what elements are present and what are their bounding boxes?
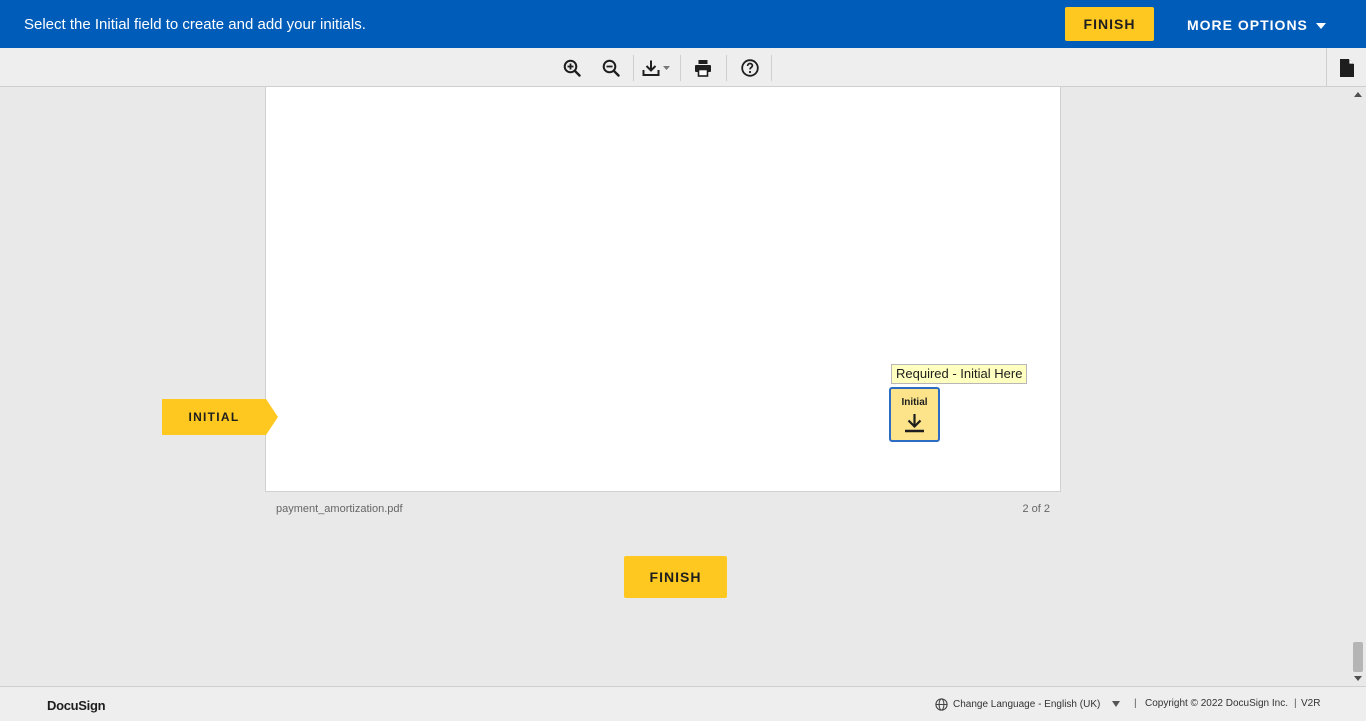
more-options-menu[interactable]: MORE OPTIONS <box>1187 16 1326 34</box>
header-bar: Select the Initial field to create and a… <box>0 0 1366 48</box>
initial-navigation-tag[interactable]: INITIAL <box>162 399 278 435</box>
vertical-scrollbar[interactable] <box>1350 87 1366 686</box>
change-language-dropdown[interactable]: Change Language - English (UK) <box>935 696 1121 712</box>
zoom-out-icon <box>602 59 620 77</box>
zoom-in-button[interactable] <box>555 51 589 84</box>
footer-separator: | <box>1134 698 1137 709</box>
print-icon <box>695 59 711 77</box>
version-text: V2R <box>1301 698 1321 709</box>
instruction-message: Select the Initial field to create and a… <box>24 16 366 33</box>
globe-icon <box>935 697 948 711</box>
document-toolbar <box>0 48 1366 87</box>
finish-button-bottom[interactable]: FINISH <box>624 556 727 598</box>
initial-tag-label: INITIAL <box>188 410 240 424</box>
download-arrow-icon <box>905 414 924 433</box>
zoom-in-icon <box>563 59 581 77</box>
help-icon <box>741 58 759 77</box>
more-options-label: MORE OPTIONS <box>1187 17 1308 33</box>
change-language-label: Change Language - English (UK) <box>953 698 1101 710</box>
document-icon <box>1339 58 1354 77</box>
download-icon <box>642 60 670 76</box>
caret-down-icon <box>1112 701 1121 707</box>
scroll-up-arrow-icon[interactable] <box>1354 92 1362 97</box>
toolbar-divider <box>680 55 681 81</box>
initial-field[interactable]: Initial <box>889 387 940 442</box>
required-field-tooltip: Required - Initial Here <box>891 364 1028 384</box>
document-file-name: payment_amortization.pdf <box>276 503 403 515</box>
finish-button-top[interactable]: FINISH <box>1065 7 1154 41</box>
caret-down-icon <box>1315 22 1326 29</box>
toolbar-divider <box>633 55 634 81</box>
print-button[interactable] <box>686 51 720 84</box>
download-button[interactable] <box>638 51 676 84</box>
zoom-out-button[interactable] <box>594 51 628 84</box>
document-panel-button[interactable] <box>1326 48 1366 87</box>
toolbar-divider <box>771 55 772 81</box>
document-page <box>265 87 1061 492</box>
scroll-down-arrow-icon[interactable] <box>1354 676 1362 681</box>
copyright-text: Copyright © 2022 DocuSign Inc. <box>1145 698 1289 709</box>
footer-bar: DocuSign Change Language - English (UK) … <box>0 686 1366 721</box>
toolbar-divider <box>726 55 727 81</box>
page-indicator: 2 of 2 <box>1022 503 1050 515</box>
scrollbar-thumb[interactable] <box>1353 642 1363 672</box>
help-button[interactable] <box>733 51 767 84</box>
footer-separator: | <box>1294 698 1297 709</box>
initial-field-label: Initial <box>901 397 928 408</box>
docusign-logo: DocuSign <box>47 698 106 713</box>
